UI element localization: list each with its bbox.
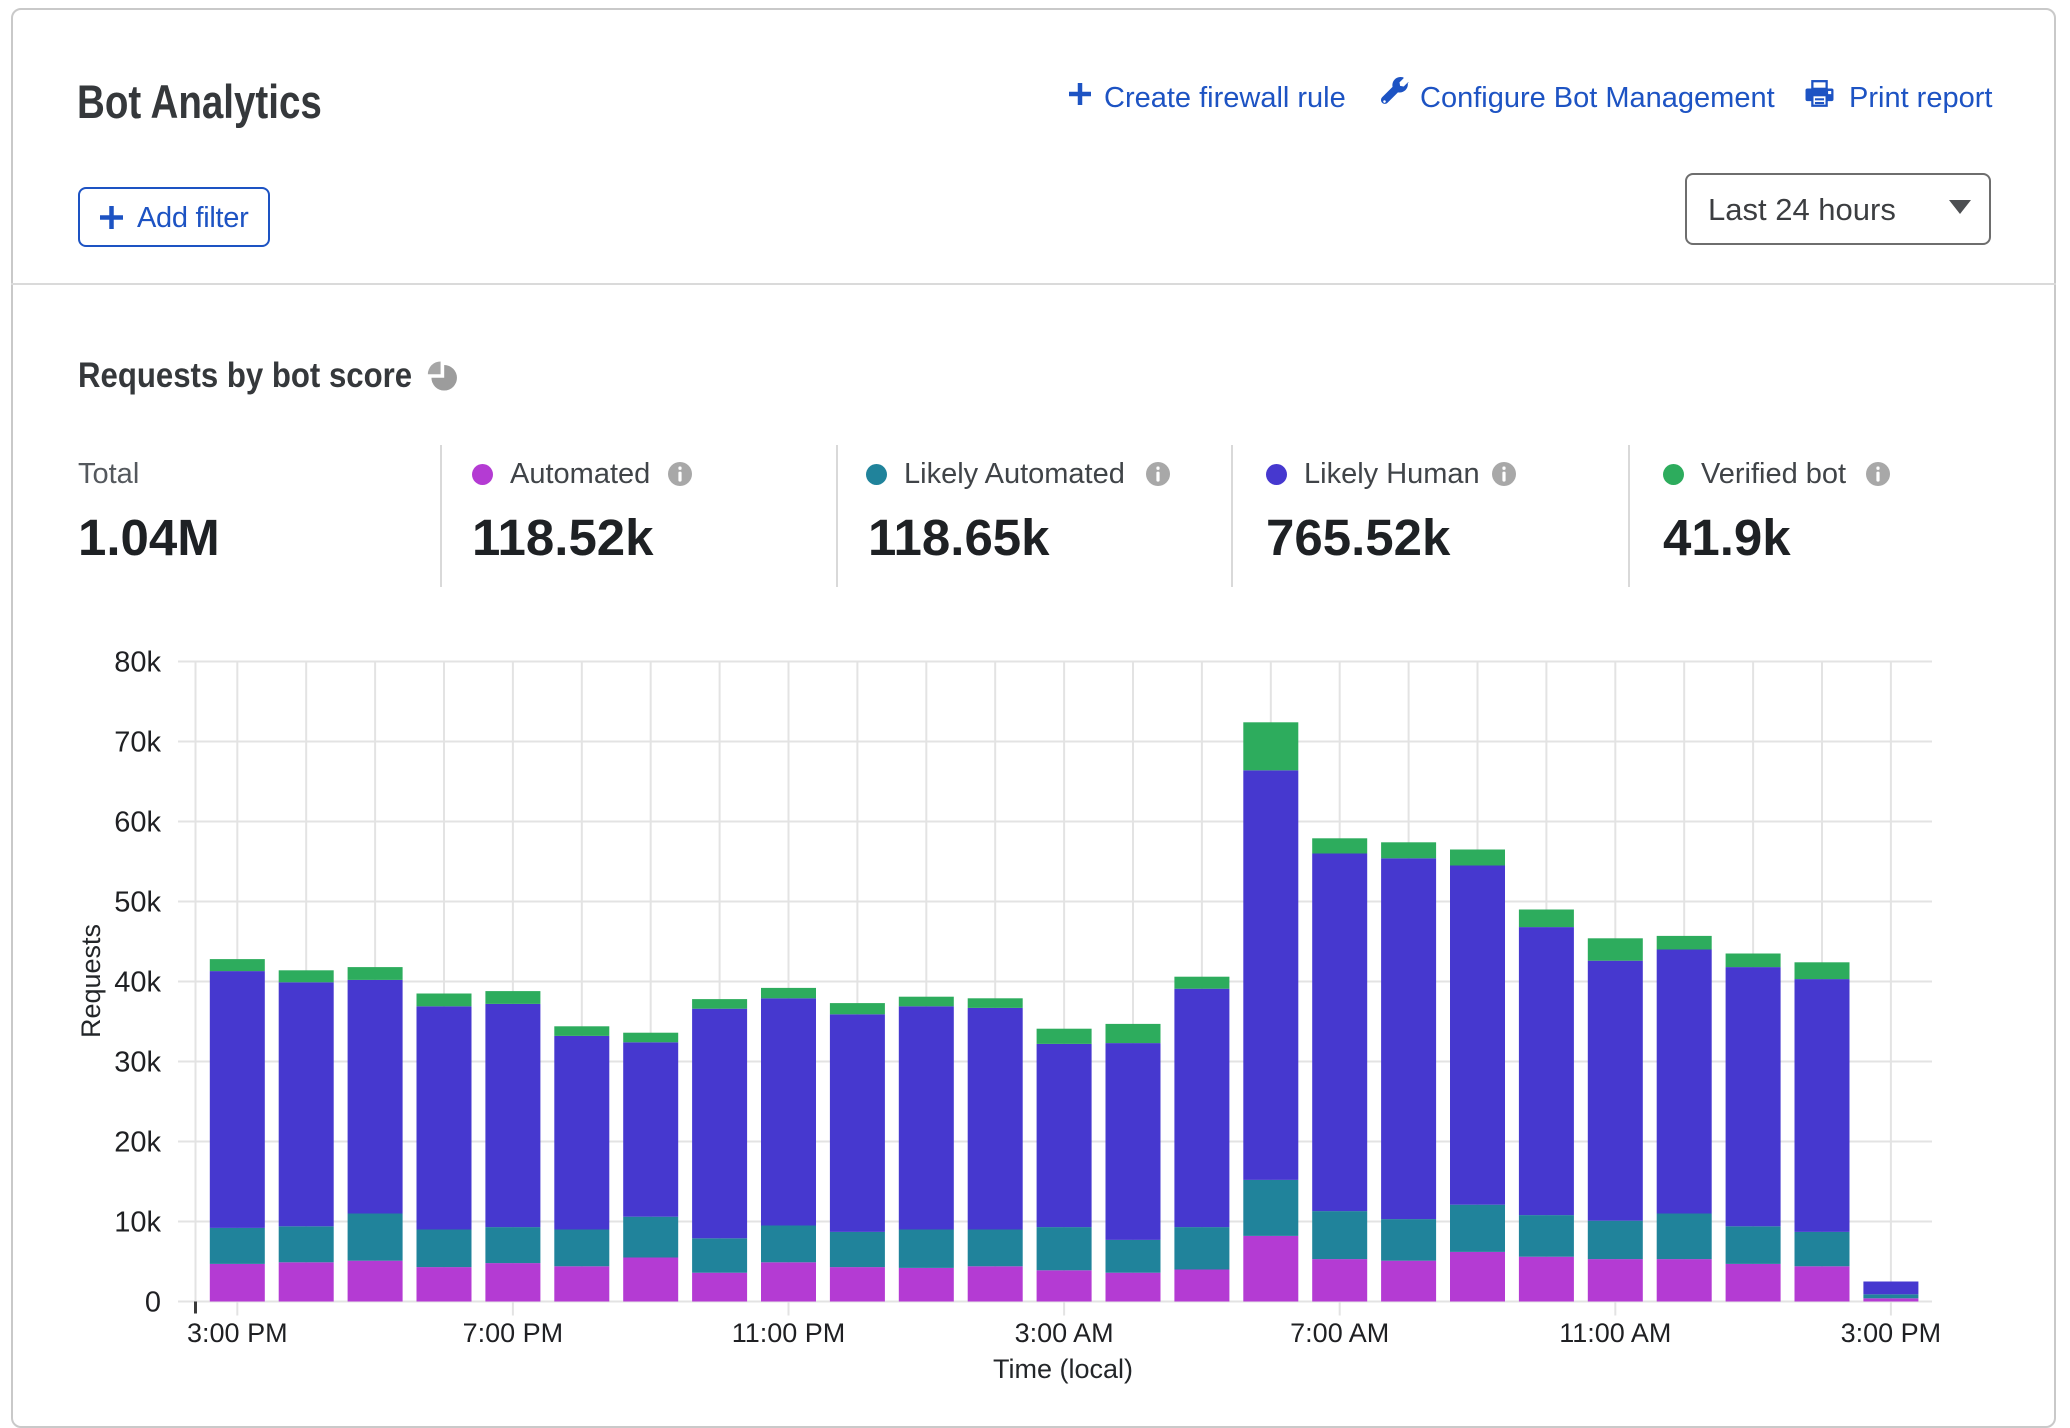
svg-text:20k: 20k <box>114 1127 161 1159</box>
svg-text:3:00 AM: 3:00 AM <box>1015 1318 1114 1348</box>
svg-text:0: 0 <box>145 1287 161 1319</box>
svg-text:3:00 PM: 3:00 PM <box>1841 1318 1942 1348</box>
svg-text:30k: 30k <box>114 1047 161 1079</box>
svg-text:11:00 AM: 11:00 AM <box>1559 1318 1671 1348</box>
svg-text:Requests: Requests <box>76 924 106 1038</box>
svg-text:80k: 80k <box>114 647 161 679</box>
svg-text:Time (local): Time (local) <box>993 1354 1133 1384</box>
svg-text:7:00 AM: 7:00 AM <box>1290 1318 1389 1348</box>
svg-text:50k: 50k <box>114 887 161 919</box>
svg-text:60k: 60k <box>114 807 161 839</box>
svg-text:40k: 40k <box>114 967 161 999</box>
svg-text:70k: 70k <box>114 727 161 759</box>
svg-text:7:00 PM: 7:00 PM <box>463 1318 564 1348</box>
svg-text:11:00 PM: 11:00 PM <box>732 1318 846 1348</box>
svg-text:3:00 PM: 3:00 PM <box>187 1318 288 1348</box>
svg-text:10k: 10k <box>114 1207 161 1239</box>
